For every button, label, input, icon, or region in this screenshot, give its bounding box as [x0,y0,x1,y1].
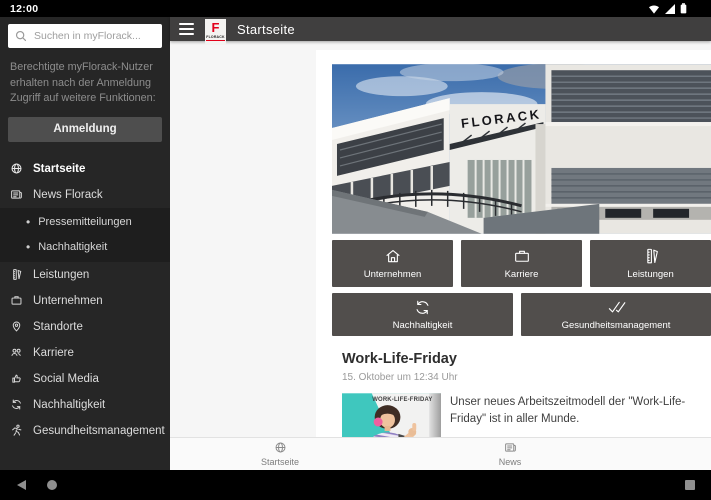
thumbs-up-icon [12,374,21,384]
news-icon [11,190,22,200]
tile-label: Gesundheitsmanagement [561,320,671,331]
wifi-icon [649,4,659,14]
sidebar-item-karriere[interactable]: Karriere [0,340,170,366]
hero-photo: FLORACK [332,64,711,234]
search-input[interactable] [8,24,162,48]
sidebar-item-label: Leistungen [33,268,90,281]
double-check-icon [608,301,625,313]
signal-icon [665,3,675,14]
tile-label: Leistungen [627,269,674,280]
logo-wordmark: FLORACK [206,35,225,41]
content-area: FLORACK Unternehmen Karriere Leistungen … [170,41,711,437]
status-bar: 12:00 [0,0,711,17]
tile-label: Nachhaltigkeit [392,320,453,331]
sidebar-item-label: Nachhaltigkeit [38,241,108,254]
sidebar-item-news-florack[interactable]: News Florack [0,182,170,208]
sidebar: Berechtigte myFlorack-Nutzer erhalten na… [0,17,170,470]
sidebar-item-gesundheitsmanagement[interactable]: Gesundheitsmanagement [0,418,170,444]
tile-nachhaltigkeit[interactable]: Nachhaltigkeit [332,293,513,336]
article-thumbnail[interactable]: WORK-LIFE-FRIDAY [342,393,441,437]
sidebar-item-label: News Florack [33,188,103,201]
florack-logo[interactable]: F FLORACK [205,18,226,45]
running-icon [12,425,22,437]
sidebar-item-label: Karriere [33,346,74,359]
app-bar: F FLORACK Startseite [170,17,711,45]
sidebar-item-leistungen[interactable]: Leistungen [0,262,170,288]
tile-label: Karriere [504,269,539,280]
tile-gesundheitsmanagement[interactable]: Gesundheitsmanagement [521,293,711,336]
bottom-nav-label: News [498,457,522,467]
battery-icon [680,3,687,14]
sidebar-item-label: Unternehmen [33,294,103,307]
sidebar-item-unternehmen[interactable]: Unternehmen [0,288,170,314]
sidebar-item-nachhaltigkeit[interactable]: Nachhaltigkeit [0,392,170,418]
sidebar-item-label: Gesundheitsmanagement [33,424,165,437]
article-excerpt: Unser neues Arbeitszeitmodell der "Work-… [450,396,686,426]
content-card: FLORACK Unternehmen Karriere Leistungen … [316,50,711,437]
clock: 12:00 [10,2,39,15]
status-icons [648,3,687,14]
news-icon [504,443,516,452]
tile-unternehmen[interactable]: Unternehmen [332,240,453,287]
building-photo: FLORACK [332,64,711,234]
recents-button-icon[interactable] [685,480,695,490]
article-body: WORK-LIFE-FRIDAY Unser neues Arbeitszeit… [342,393,693,437]
sidebar-item-standorte[interactable]: Standorte [0,314,170,340]
logo-letter: F [211,20,220,35]
recycle-icon [12,399,21,410]
recycle-icon [416,300,429,315]
article-title: Work-Life-Friday [342,351,457,367]
sidebar-item-startseite[interactable]: Startseite [0,156,170,182]
sidebar-subgroup-news: • Pressemitteilungen • Nachhaltigkeit [0,207,170,262]
sidebar-item-label: Standorte [33,320,83,333]
login-button[interactable]: Anmeldung [8,116,162,142]
news-article[interactable]: Work-Life-Friday 15. Oktober um 12:34 Uh… [342,351,711,437]
android-nav-bar [0,470,711,500]
menu-icon[interactable] [179,23,194,35]
sidebar-item-social-media[interactable]: Social Media [0,366,170,392]
sidebar-item-label: Startseite [33,162,86,175]
bullet-icon: • [26,215,31,230]
tile-leistungen[interactable]: Leistungen [590,240,711,287]
tile-karriere[interactable]: Karriere [461,240,582,287]
bottom-nav-startseite[interactable]: Startseite [240,441,320,467]
login-teaser: Berechtigte myFlorack-Nutzer erhalten na… [10,61,156,105]
bottom-nav-label: Startseite [260,457,300,467]
home-icon [385,250,400,263]
page-title: Startseite [237,21,295,37]
tile-label: Unternehmen [363,269,422,280]
search-icon [15,30,27,42]
sidebar-menu: Startseite News Florack • Pressemitteilu… [0,156,170,444]
ruler-pen-icon [13,269,22,281]
sidebar-item-label: Social Media [33,372,99,385]
sidebar-item-label: Pressemitteilungen [38,216,132,229]
people-icon [11,349,21,357]
work-life-friday-image: WORK-LIFE-FRIDAY [342,393,441,437]
briefcase-icon [11,296,22,306]
map-pin-icon [12,321,21,333]
globe-icon [11,163,22,174]
bottom-nav-news[interactable]: News [470,441,550,467]
app-screen: 12:00 Berechtigte myFlorack-Nutzer erhal… [0,0,711,500]
search-box [8,24,162,48]
home-button-icon[interactable] [47,480,57,490]
tile-grid-row1: Unternehmen Karriere Leistungen [332,240,711,287]
tile-grid-row2: Nachhaltigkeit Gesundheitsmanagement [332,293,711,336]
bullet-icon: • [26,240,31,255]
back-button-icon[interactable] [17,480,26,490]
sidebar-item-label: Nachhaltigkeit [33,398,106,411]
thumbnail-caption: WORK-LIFE-FRIDAY [372,397,432,403]
ruler-pen-icon [646,248,658,264]
bottom-nav: Startseite News [170,437,711,470]
sidebar-item-pressemitteilungen[interactable]: • Pressemitteilungen [0,210,170,235]
sidebar-item-nachhaltigkeit-sub[interactable]: • Nachhaltigkeit [0,235,170,260]
globe-icon [275,442,285,453]
briefcase-icon [514,250,529,262]
article-date: 15. Oktober um 12:34 Uhr [342,372,458,383]
